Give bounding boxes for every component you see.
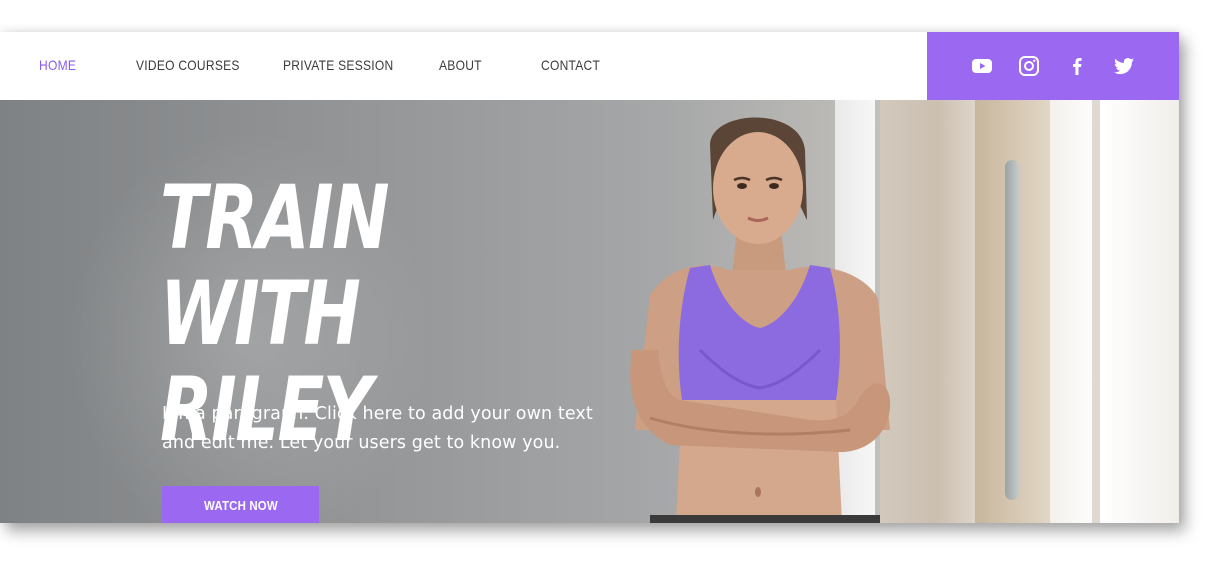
facebook-icon[interactable] (1065, 54, 1089, 78)
youtube-icon[interactable] (970, 54, 994, 78)
social-bar (927, 32, 1179, 100)
watch-now-label: WATCH NOW (203, 497, 278, 513)
nav-item-contact[interactable]: CONTACT (541, 57, 600, 73)
hero-section: TRAIN WITH RILEY I'm a paragraph. Click … (0, 100, 1179, 523)
hero-paragraph: I'm a paragraph. Click here to add your … (162, 404, 593, 453)
instagram-icon[interactable] (1017, 54, 1041, 78)
nav-item-video-courses[interactable]: VIDEO COURSES (136, 57, 240, 73)
bright-window (1050, 100, 1179, 523)
twitter-icon[interactable] (1112, 54, 1136, 78)
nav-item-home[interactable]: HOME (39, 57, 76, 73)
site-frame: HOME VIDEO COURSES PRIVATE SESSION ABOUT… (0, 32, 1179, 523)
trainer-photo (630, 117, 891, 523)
watch-now-button[interactable]: WATCH NOW (162, 486, 319, 523)
window-mullion (1092, 100, 1100, 523)
nav-item-private-session[interactable]: PRIVATE SESSION (283, 57, 393, 73)
nav-item-about[interactable]: ABOUT (439, 57, 482, 73)
top-navigation: HOME VIDEO COURSES PRIVATE SESSION ABOUT… (0, 32, 927, 100)
hanging-strap (1005, 160, 1019, 500)
